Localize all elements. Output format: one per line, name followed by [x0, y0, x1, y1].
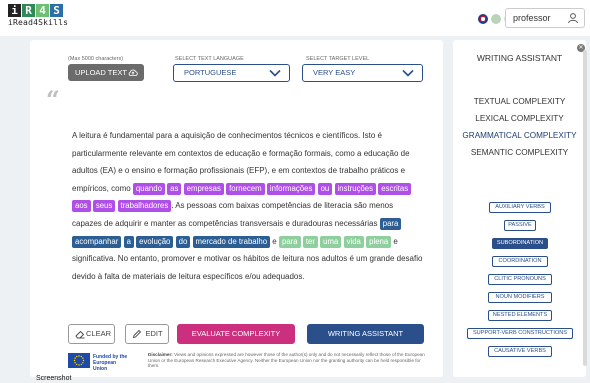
user-menu[interactable]: professor	[505, 8, 585, 28]
subordination-tag[interactable]: ou	[317, 182, 333, 195]
disclaimer: Disclaimer: Views and opinions expressed…	[148, 352, 426, 369]
editor-panel: (Max 5000 characters) UPLOAD TEXT SELECT…	[30, 40, 443, 377]
evaluate-complexity-button[interactable]: EVALUATE COMPLEXITY	[177, 324, 295, 344]
subordination-tag[interactable]: instruções	[334, 182, 377, 195]
app-header: i R 4 S iRead4Skills professor	[0, 0, 590, 36]
subordination-tag[interactable]: vida	[343, 235, 364, 248]
quote-icon: “	[46, 85, 60, 114]
disclaimer-label: Disclaimer:	[148, 352, 173, 357]
category-grammatical-complexity[interactable]: GRAMMATICAL COMPLEXITY	[453, 131, 586, 140]
subordination-tag[interactable]: do	[175, 235, 191, 248]
feature-noun-modifiers[interactable]: NOUN MODIFIERS	[488, 292, 552, 303]
subordination-tag[interactable]: para	[379, 217, 402, 230]
flag-pt-icon[interactable]	[491, 14, 501, 24]
writing-assistant-panel: ✕ WRITING ASSISTANT TEXTUAL COMPLEXITY L…	[453, 40, 586, 377]
subordination-tag[interactable]: as	[167, 182, 182, 195]
level-select[interactable]: VERY EASY	[302, 64, 423, 82]
analyzed-text[interactable]: A leitura é fundamental para a aquisição…	[72, 127, 424, 285]
subordination-tag[interactable]: plena	[366, 235, 392, 248]
category-lexical-complexity[interactable]: LEXICAL COMPLEXITY	[453, 114, 586, 123]
subordination-tag[interactable]: quando	[132, 182, 165, 195]
text-segment: e	[272, 236, 277, 246]
logo-tile: i	[8, 4, 21, 17]
eraser-icon	[75, 330, 85, 339]
subordination-tag[interactable]: para	[278, 235, 301, 248]
feature-causative-verbs[interactable]: CAUSATIVE VERBS	[488, 346, 552, 357]
subordination-tag[interactable]: trabalhadores	[117, 200, 172, 213]
chevron-down-icon	[402, 69, 414, 77]
upload-text-button[interactable]: UPLOAD TEXT	[68, 64, 144, 81]
logo-subtitle: iRead4Skills	[8, 18, 69, 27]
feature-support-verb-constructions[interactable]: SUPPORT-VERB CONSTRUCTIONS	[467, 328, 573, 339]
writing-assistant-button[interactable]: WRITING ASSISTANT	[307, 324, 424, 344]
category-semantic-complexity[interactable]: SEMANTIC COMPLEXITY	[453, 148, 586, 157]
panel-title: WRITING ASSISTANT	[476, 53, 563, 63]
subordination-tag[interactable]: seus	[92, 200, 116, 213]
app-logo[interactable]: i R 4 S iRead4Skills	[8, 4, 68, 28]
user-name: professor	[513, 13, 551, 23]
clear-button[interactable]: CLEAR	[68, 324, 115, 344]
pencil-icon	[132, 329, 142, 339]
screenshot-caption: Screenshot	[36, 375, 72, 382]
subordination-tag[interactable]: mercado de trabalho	[192, 235, 271, 248]
language-value: PORTUGUESE	[184, 68, 237, 77]
feature-passive[interactable]: PASSIVE	[504, 220, 536, 231]
edit-label: EDIT	[145, 329, 163, 338]
logo-tile: R	[22, 4, 35, 17]
level-value: VERY EASY	[313, 68, 356, 77]
logo-tile: 4	[36, 4, 49, 17]
user-icon	[568, 13, 578, 24]
feature-auxiliary-verbs[interactable]: AUXILIARY VERBS	[489, 202, 551, 213]
side-panel-scrollbar[interactable]	[583, 50, 587, 366]
subordination-tag[interactable]: aos	[72, 200, 91, 213]
language-label: SELECT TEXT LANGUAGE	[175, 56, 244, 62]
subordination-tag[interactable]: acompanhar	[72, 235, 122, 248]
feature-coordination[interactable]: COORDINATION	[492, 256, 548, 267]
category-textual-complexity[interactable]: TEXTUAL COMPLEXITY	[453, 97, 586, 106]
max-chars-note: (Max 5000 characters)	[68, 56, 124, 62]
subordination-tag[interactable]: fornecem	[226, 182, 265, 195]
chevron-down-icon	[269, 69, 281, 77]
disclaimer-text: Views and opinions expressed are however…	[148, 352, 425, 369]
level-label: SELECT TARGET LEVEL	[306, 56, 370, 62]
feature-subordination[interactable]: SUBORDINATION	[492, 238, 548, 249]
feature-nested-elements[interactable]: NESTED ELEMENTS	[488, 310, 552, 321]
subordination-tag[interactable]: empresas	[183, 182, 224, 195]
logo-tile: S	[50, 4, 63, 17]
eu-funding-text: Funded by the European Union	[93, 354, 128, 372]
subordination-tag[interactable]: informações	[266, 182, 316, 195]
subordination-tag[interactable]: ter	[302, 235, 318, 248]
eu-flag-icon	[68, 353, 90, 368]
cloud-upload-icon	[128, 69, 138, 76]
subordination-tag[interactable]: evolução	[136, 235, 174, 248]
subordination-tag[interactable]: escritas	[378, 182, 412, 195]
flag-uk-icon[interactable]	[478, 14, 488, 24]
feature-clitic-pronouns[interactable]: CLITIC PRONOUNS	[488, 274, 552, 285]
edit-button[interactable]: EDIT	[125, 324, 169, 344]
subordination-tag[interactable]: a	[123, 235, 134, 248]
language-select[interactable]: PORTUGUESE	[173, 64, 290, 82]
clear-label: CLEAR	[85, 329, 111, 338]
upload-text-label: UPLOAD TEXT	[75, 68, 127, 77]
subordination-tag[interactable]: uma	[320, 235, 342, 248]
